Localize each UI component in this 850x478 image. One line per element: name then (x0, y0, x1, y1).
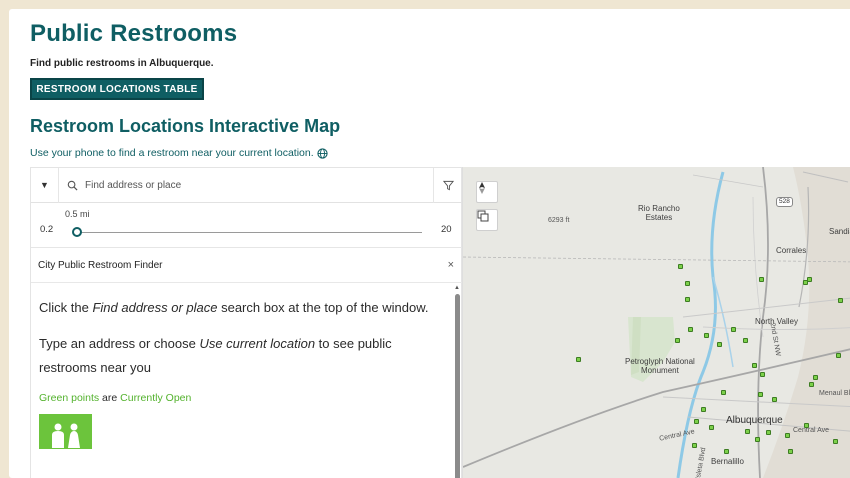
search-input[interactable] (85, 179, 433, 191)
restroom-point[interactable] (743, 338, 748, 343)
instruction-2-emphasis: Use current location (199, 336, 316, 351)
instruction-1-text: Click the (39, 300, 93, 315)
restroom-point[interactable] (694, 419, 699, 424)
restroom-point[interactable] (836, 353, 841, 358)
card-scrollbar[interactable] (455, 294, 460, 478)
finder-card-body: Click the Find address or place search b… (39, 296, 449, 449)
distance-max-label: 20 (441, 224, 452, 235)
finder-card-title: City Public Restroom Finder (38, 260, 163, 271)
restroom-point[interactable] (576, 357, 581, 362)
page: Public Restrooms Find public restrooms i… (9, 9, 850, 478)
restroom-point[interactable] (709, 425, 714, 430)
scroll-up-icon[interactable]: ▲ (454, 285, 460, 291)
compass-button[interactable] (476, 181, 498, 203)
map-label-central-east: Central Ave (793, 427, 830, 434)
restroom-point[interactable] (731, 327, 736, 332)
finder-card-header: City Public Restroom Finder × (31, 249, 463, 283)
restroom-point[interactable] (772, 397, 777, 402)
restroom-point[interactable] (692, 443, 697, 448)
slider-track[interactable] (77, 232, 422, 233)
page-subtitle: Find public restrooms in Albuquerque. (30, 58, 214, 69)
map-label-corrales: Corrales (776, 246, 807, 255)
instruction-1: Click the Find address or place search b… (39, 296, 449, 320)
close-icon[interactable]: × (448, 259, 454, 271)
restroom-point[interactable] (804, 423, 809, 428)
map-label-sandia: Sandia P (829, 227, 850, 236)
restroom-point[interactable] (813, 375, 818, 380)
restroom-point[interactable] (833, 439, 838, 444)
map-label-petroglyph: Petroglyph National Monument (625, 357, 695, 375)
slider-thumb[interactable] (72, 227, 82, 237)
map-hint-text: Use your phone to find a restroom near y… (30, 147, 314, 159)
restroom-point[interactable] (685, 297, 690, 302)
restroom-point[interactable] (838, 298, 843, 303)
restroom-point[interactable] (678, 264, 683, 269)
restroom-point[interactable] (766, 430, 771, 435)
instruction-2: Type an address or choose Use current lo… (39, 332, 449, 380)
restroom-point[interactable] (809, 382, 814, 387)
distance-min-label: 0.2 (40, 224, 54, 235)
legend-green-points: Green points (39, 392, 100, 404)
restroom-point[interactable] (685, 281, 690, 286)
finder-panel: ▼ 0.5 mi 0.2 20 City Public Restroom Fin… (30, 167, 463, 478)
search-bar: ▼ (31, 167, 463, 203)
map-label-rio-rancho: Rio Rancho Estates (638, 204, 680, 222)
map-hint: Use your phone to find a restroom near y… (30, 147, 328, 159)
legend-currently-open: Currently Open (120, 392, 192, 404)
map-label-bernalillo: Bernalillo (711, 457, 744, 466)
page-title: Public Restrooms (30, 20, 238, 47)
distance-slider: 0.5 mi 0.2 20 (31, 204, 463, 248)
map-label-menaul: Menaul Blvd (819, 390, 850, 397)
restroom-point[interactable] (788, 449, 793, 454)
restroom-point[interactable] (759, 277, 764, 282)
restroom-point[interactable] (701, 407, 706, 412)
globe-icon (317, 147, 328, 159)
restroom-point[interactable] (785, 433, 790, 438)
instruction-1-emphasis: Find address or place (92, 300, 218, 315)
legend-are: are (99, 392, 121, 404)
restroom-point[interactable] (760, 372, 765, 377)
restroom-table-button[interactable]: RESTROOM LOCATIONS TABLE (30, 78, 204, 100)
interactive-map[interactable]: 6293 ft Rio Rancho Estates 528 Corrales … (462, 167, 850, 478)
map-label-petroglyph-text: Petroglyph National Monument (625, 357, 695, 375)
restroom-point[interactable] (675, 338, 680, 343)
search-icon (59, 180, 85, 191)
map-section-title: Restroom Locations Interactive Map (30, 116, 341, 136)
legend-text: Green points are Currently Open (39, 392, 449, 404)
restroom-point[interactable] (724, 449, 729, 454)
restroom-point[interactable] (717, 342, 722, 347)
restroom-point[interactable] (807, 277, 812, 282)
filter-icon[interactable] (433, 167, 463, 203)
map-route-shield: 528 (776, 197, 793, 207)
restroom-point[interactable] (752, 363, 757, 368)
restroom-point[interactable] (758, 392, 763, 397)
map-label-rio-rancho-text: Rio Rancho Estates (638, 204, 680, 222)
restroom-point[interactable] (745, 429, 750, 434)
map-label-elevation: 6293 ft (548, 217, 570, 224)
restroom-icon (39, 414, 92, 449)
basemap-toggle-button[interactable] (476, 209, 498, 231)
restroom-point[interactable] (704, 333, 709, 338)
instruction-2-text: Type an address or choose (39, 336, 200, 351)
distance-value-label: 0.5 mi (65, 209, 90, 219)
restroom-point[interactable] (688, 327, 693, 332)
instruction-1-text-end: search box at the top of the window. (217, 300, 429, 315)
map-label-albuquerque: Albuquerque (726, 415, 783, 426)
restroom-point[interactable] (721, 390, 726, 395)
restroom-point[interactable] (755, 437, 760, 442)
search-source-dropdown[interactable]: ▼ (31, 167, 59, 203)
